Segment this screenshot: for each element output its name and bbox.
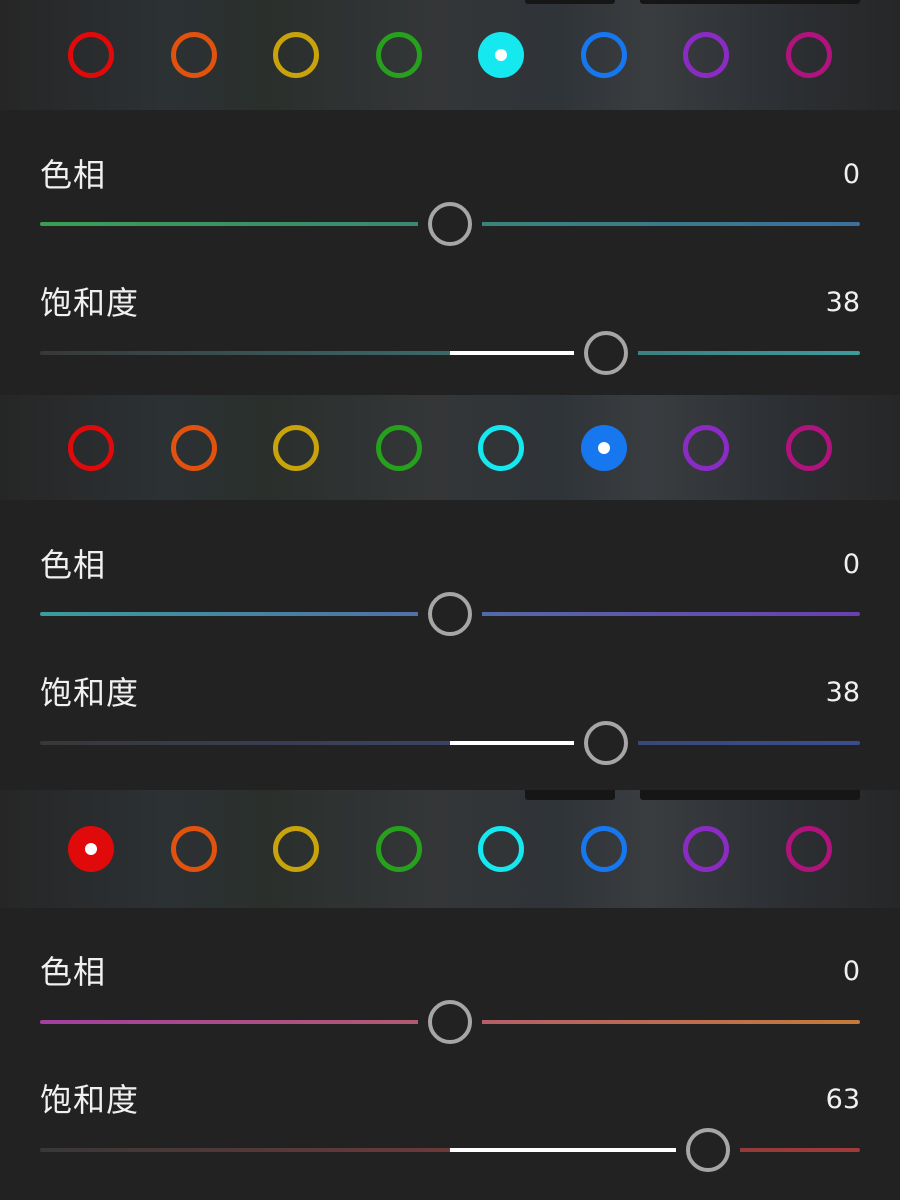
color-swatch-magenta[interactable]: [786, 424, 832, 471]
saturation-slider[interactable]: [40, 1128, 860, 1172]
color-swatch-aqua[interactable]: [478, 32, 524, 78]
color-swatch-green[interactable]: [376, 424, 422, 471]
color-swatch-green[interactable]: [376, 32, 422, 78]
color-swatch-red[interactable]: [68, 424, 114, 471]
toolbar-edge: [640, 790, 860, 800]
saturation-value: 38: [825, 287, 860, 318]
color-swatch-aqua[interactable]: [478, 826, 524, 872]
saturation-label: 饱和度: [40, 1081, 140, 1119]
toolbar-edge: [525, 0, 615, 4]
saturation-slider-thumb[interactable]: [583, 331, 628, 375]
saturation-slider-thumb[interactable]: [686, 1128, 731, 1172]
color-swatch-row: [0, 0, 900, 110]
toolbar-edge: [525, 790, 615, 800]
color-swatch-green[interactable]: [376, 826, 422, 872]
saturation-value: 63: [825, 1084, 860, 1115]
saturation-label: 饱和度: [40, 284, 140, 322]
hue-slider-thumb[interactable]: [428, 592, 472, 636]
color-swatch-yellow[interactable]: [273, 424, 319, 471]
color-swatch-orange[interactable]: [171, 32, 217, 78]
color-swatch-blue[interactable]: [581, 32, 627, 78]
color-swatch-purple[interactable]: [683, 826, 729, 872]
saturation-label: 饱和度: [40, 674, 140, 712]
hue-slider-thumb[interactable]: [428, 1000, 472, 1044]
saturation-slider[interactable]: [40, 331, 860, 375]
saturation-fill: [450, 1148, 709, 1152]
color-swatch-yellow[interactable]: [273, 826, 319, 872]
color-swatch-row: [0, 395, 900, 500]
hue-label: 色相: [40, 953, 107, 991]
hue-slider[interactable]: [40, 1000, 860, 1044]
color-swatch-blue[interactable]: [581, 826, 627, 872]
color-swatch-row: [0, 790, 900, 908]
saturation-slider-thumb[interactable]: [583, 721, 628, 765]
color-swatch-aqua[interactable]: [478, 424, 524, 471]
color-swatch-magenta[interactable]: [786, 826, 832, 872]
hue-label: 色相: [40, 156, 107, 194]
color-swatch-magenta[interactable]: [786, 32, 832, 78]
toolbar-edge: [640, 0, 860, 4]
saturation-value: 38: [825, 677, 860, 708]
hue-slider-thumb[interactable]: [428, 202, 472, 246]
hue-slider[interactable]: [40, 202, 860, 246]
hue-slider[interactable]: [40, 592, 860, 636]
color-swatch-orange[interactable]: [171, 424, 217, 471]
color-swatch-purple[interactable]: [683, 32, 729, 78]
color-swatch-blue[interactable]: [581, 424, 627, 471]
saturation-slider[interactable]: [40, 721, 860, 765]
color-swatch-orange[interactable]: [171, 826, 217, 872]
color-swatch-red[interactable]: [68, 32, 114, 78]
color-swatch-purple[interactable]: [683, 424, 729, 471]
hue-value: 0: [842, 549, 860, 580]
color-swatch-yellow[interactable]: [273, 32, 319, 78]
hue-label: 色相: [40, 546, 107, 584]
hue-value: 0: [842, 159, 860, 190]
hue-value: 0: [842, 956, 860, 987]
color-swatch-red[interactable]: [68, 826, 114, 872]
